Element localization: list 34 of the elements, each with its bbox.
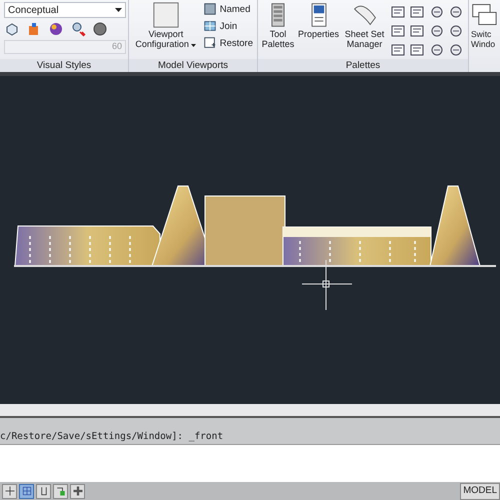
snap-icon (4, 485, 16, 497)
ortho-toggle[interactable] (36, 484, 51, 498)
crosshair-cursor (302, 260, 352, 310)
snap-toggle[interactable] (2, 484, 17, 498)
magnifier-icon[interactable] (70, 21, 86, 37)
viewport-button[interactable]: Named (202, 2, 253, 16)
restore-icon (202, 36, 217, 50)
named-viewports-icon (202, 2, 217, 16)
grid-toggle[interactable] (19, 484, 34, 498)
viewport-icon (152, 2, 179, 28)
model-space-button[interactable]: MODEL (460, 482, 500, 500)
viewport-button[interactable]: Join (202, 19, 253, 33)
visual-style-dropdown[interactable]: Conceptual (4, 2, 126, 18)
polar-icon (54, 485, 66, 497)
command-history-line: c/Restore/Save/sEttings/Window]: _front (0, 431, 224, 442)
tool-palettes-button[interactable]: Tool Palettes (262, 2, 294, 57)
osnap-icon (72, 485, 84, 497)
panel-title: Visual Styles (0, 59, 128, 72)
caret-icon (115, 8, 122, 12)
join-icon (202, 19, 217, 33)
viewport-configuration-button[interactable]: Viewport Configuration (133, 2, 199, 57)
switch-windows-button[interactable]: Switc Windo (471, 2, 497, 57)
sphere-icon[interactable] (48, 21, 64, 37)
panel-title: Palettes (258, 59, 468, 72)
sheet-set-manager-button[interactable]: Sheet Set Manager (343, 2, 386, 57)
window-icon[interactable] (390, 4, 406, 20)
caret-icon (191, 44, 196, 47)
box-icon[interactable] (4, 21, 20, 37)
panel-title: Model Viewports (129, 59, 257, 72)
list-icon[interactable] (390, 23, 406, 39)
polar-toggle[interactable] (53, 484, 68, 498)
viewport-button[interactable]: Restore (202, 36, 253, 50)
properties-button[interactable]: Properties (298, 2, 340, 57)
osnap-toggle[interactable] (70, 484, 85, 498)
